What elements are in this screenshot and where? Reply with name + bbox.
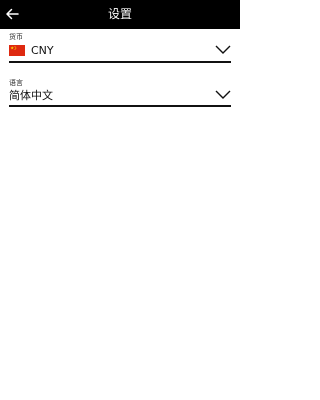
currency-select[interactable]: CNY: [9, 42, 231, 60]
china-flag-icon: [9, 45, 25, 56]
language-underline: [9, 105, 231, 107]
currency-field: 货币 CNY: [9, 33, 231, 63]
language-field: 语言 简体中文: [9, 79, 231, 109]
currency-underline: [9, 61, 231, 63]
chevron-down-icon: [215, 45, 231, 54]
page-title: 设置: [107, 7, 132, 21]
language-value: 简体中文: [9, 89, 53, 102]
chevron-down-icon: [215, 90, 231, 99]
language-select[interactable]: 简体中文: [9, 87, 231, 105]
top-bar: 设置: [0, 0, 240, 29]
currency-value: CNY: [31, 44, 54, 57]
currency-label: 货币: [9, 33, 23, 41]
